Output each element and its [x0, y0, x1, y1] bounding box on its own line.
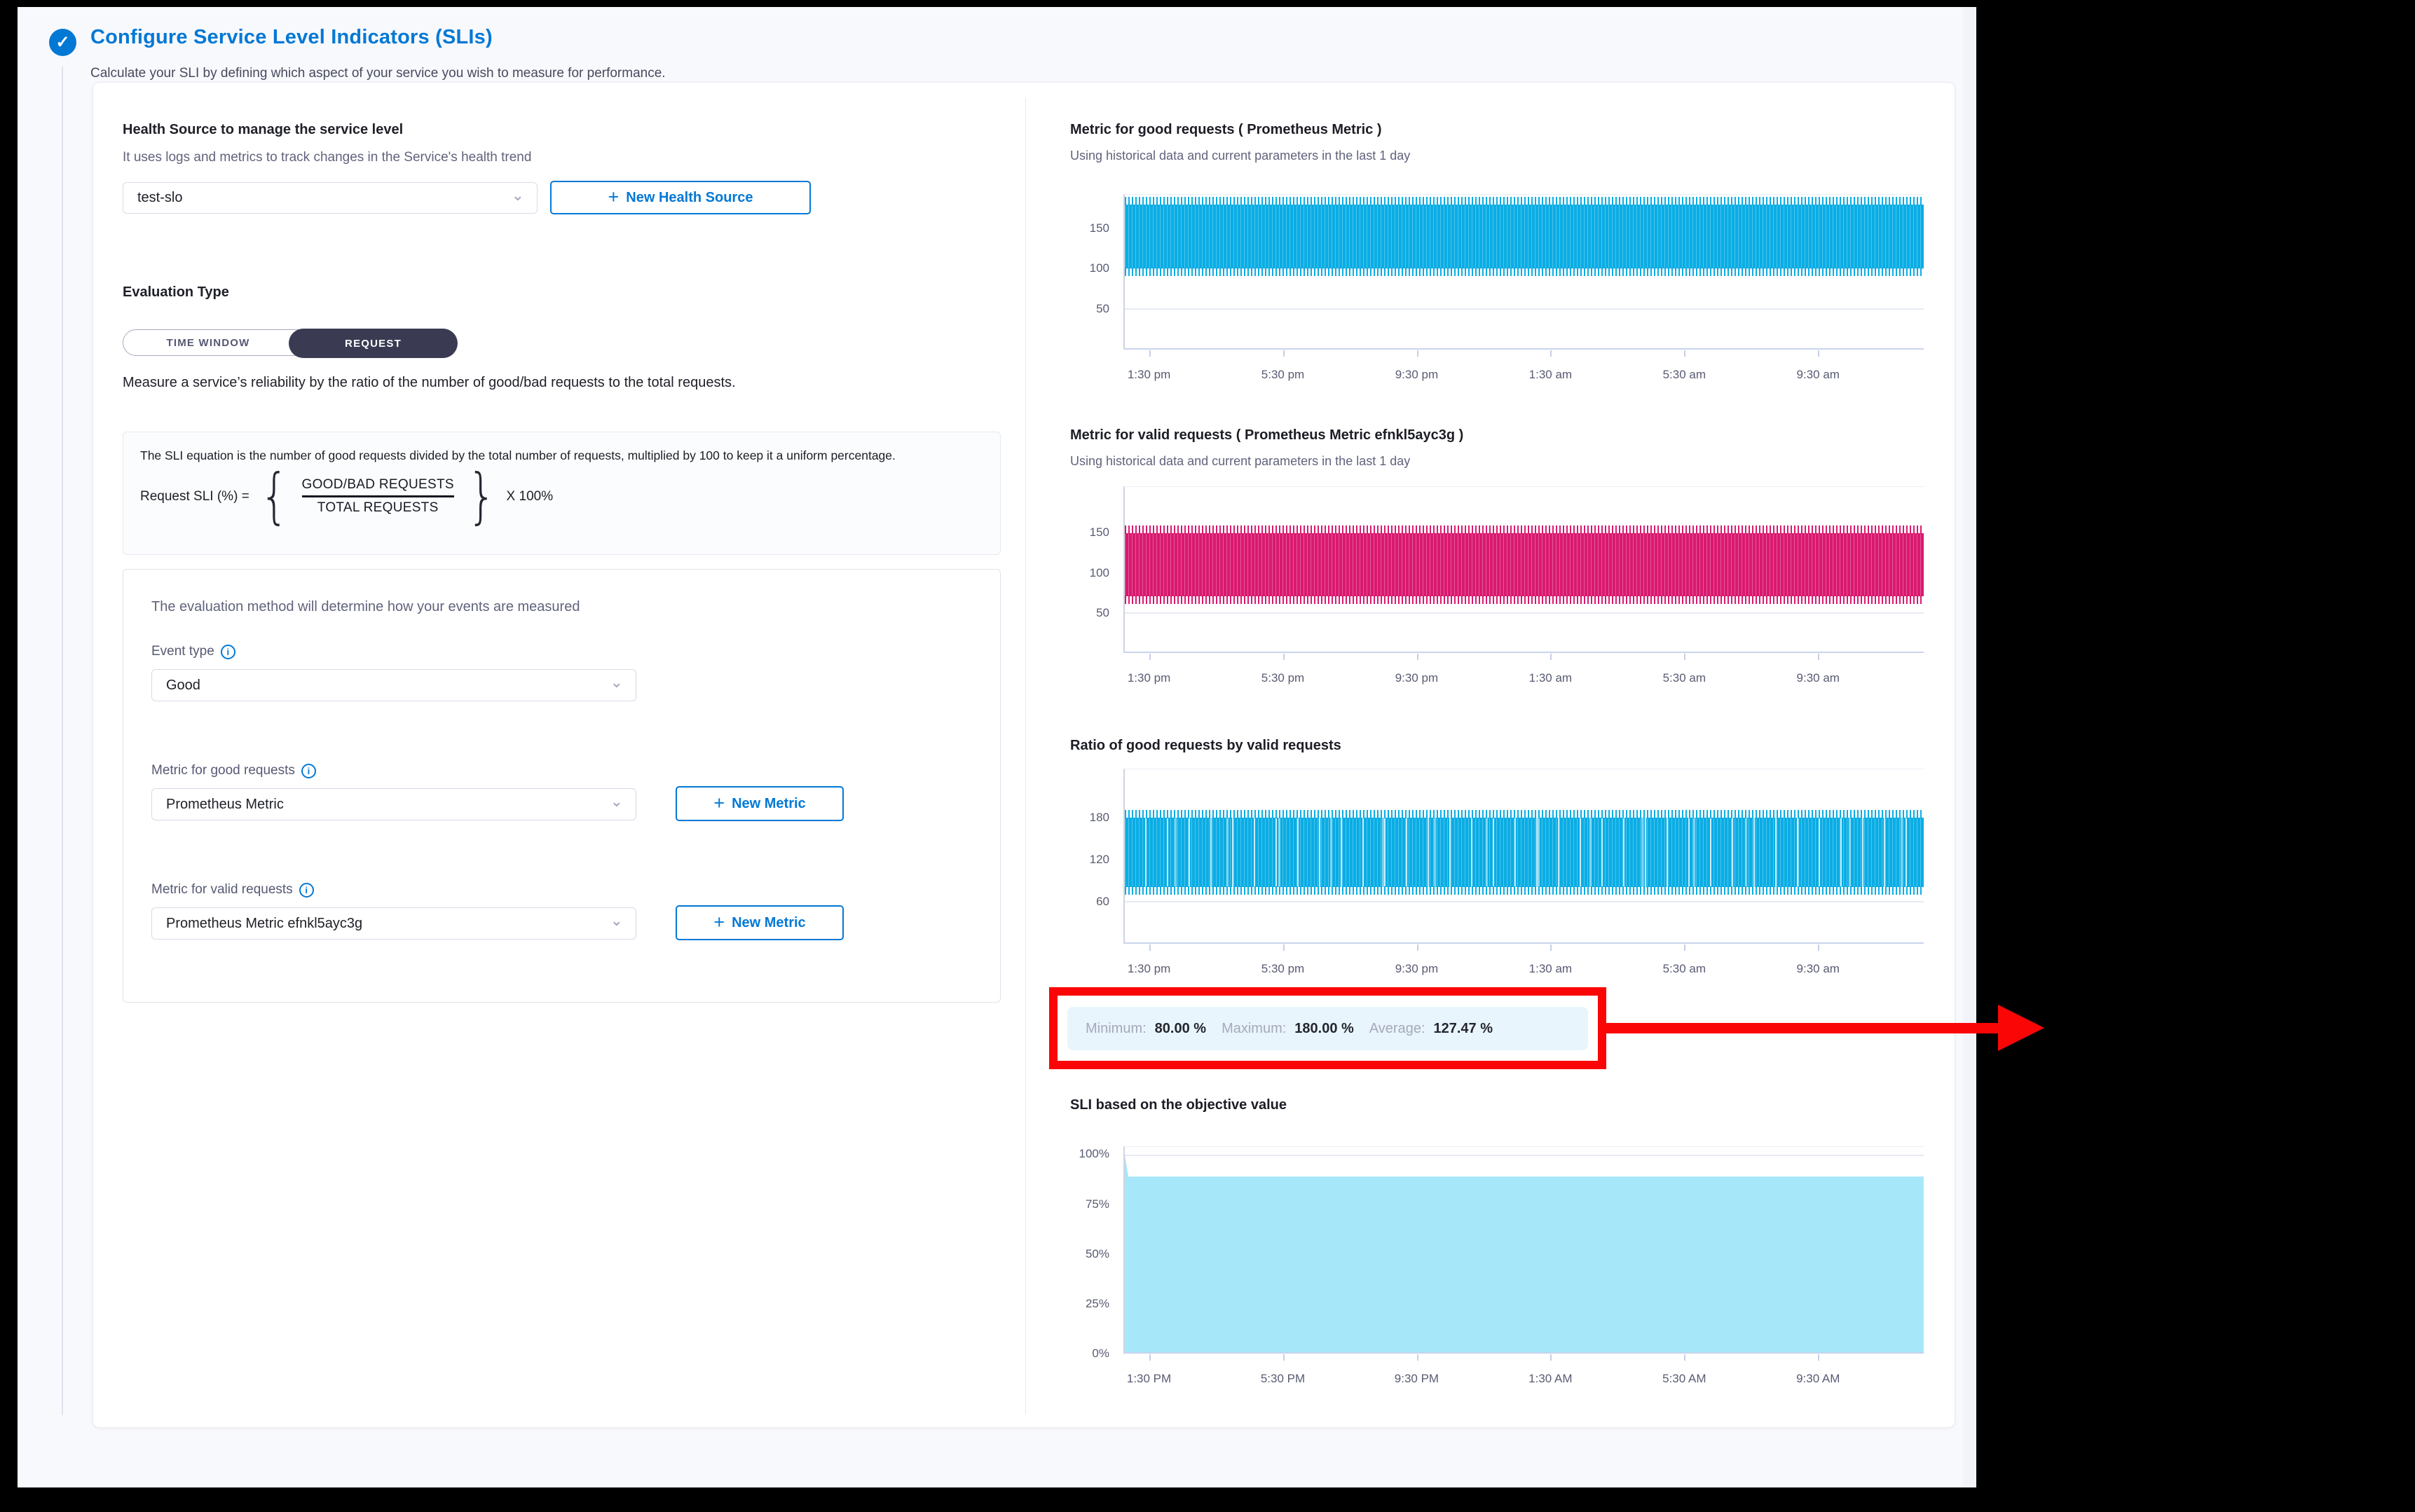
- chevron-down-icon: ⌄: [512, 188, 524, 203]
- request-description: Measure a service’s reliability by the r…: [123, 373, 964, 393]
- info-icon[interactable]: i: [301, 764, 316, 778]
- good-metric-label: Metric for good requests: [151, 763, 295, 778]
- fraction-line: [302, 495, 454, 497]
- numerator: GOOD/BAD REQUESTS: [302, 477, 454, 493]
- screenshot-canvas: ✓ Configure Service Level Indicators (SL…: [0, 0, 2415, 1512]
- event-type-label: Event type: [151, 644, 214, 659]
- plot-area: [1123, 194, 1924, 350]
- evaluation-method-box: The evaluation method will determine how…: [123, 569, 1001, 1003]
- stepper-line: [62, 67, 63, 1415]
- health-source-hint: It uses logs and metrics to track change…: [123, 150, 531, 165]
- right-brace: }: [467, 471, 496, 522]
- good-metric-select[interactable]: Prometheus Metric ⌄: [151, 788, 636, 820]
- equation-fraction: GOOD/BAD REQUESTS TOTAL REQUESTS: [299, 477, 457, 516]
- y-axis: 15010050: [1070, 194, 1116, 350]
- toggle-time-window[interactable]: TIME WINDOW: [123, 330, 293, 355]
- health-source-label: Health Source to manage the service leve…: [123, 122, 403, 138]
- chart-subtitle: Using historical data and current parame…: [1070, 454, 1410, 469]
- annotation-highlight-box: [1049, 987, 1606, 1069]
- left-brace: {: [260, 471, 289, 522]
- info-icon[interactable]: i: [221, 645, 235, 659]
- step-complete-check-icon: ✓: [49, 29, 76, 56]
- page-subtitle: Calculate your SLI by defining which asp…: [90, 66, 666, 81]
- chart-title: SLI based on the objective value: [1070, 1097, 1924, 1113]
- evaluation-type-toggle: TIME WINDOW REQUEST: [123, 329, 457, 356]
- column-divider: [1025, 98, 1026, 1414]
- numerator-highlight: GOOD/BAD: [302, 477, 376, 492]
- chevron-down-icon: ⌄: [610, 794, 623, 809]
- equation-rhs: X 100%: [507, 489, 554, 504]
- evaluation-type-label: Evaluation Type: [123, 284, 229, 301]
- page-title: Configure Service Level Indicators (SLIs…: [90, 26, 493, 49]
- new-health-source-label: New Health Source: [626, 190, 753, 206]
- x-axis: 1:30 pm5:30 pm9:30 pm1:30 am5:30 am9:30 …: [1123, 956, 1924, 976]
- new-health-source-button[interactable]: + New Health Source: [550, 181, 811, 214]
- sli-configuration-card: Health Source to manage the service leve…: [93, 82, 1955, 1428]
- numerator-rest: REQUESTS: [379, 477, 454, 492]
- chart-title: Metric for good requests ( Prometheus Me…: [1070, 122, 1924, 138]
- y-axis: 15010050: [1070, 486, 1116, 653]
- health-source-value: test-slo: [137, 190, 512, 206]
- equation-row: Request SLI (%) = { GOOD/BAD REQUESTS TO…: [140, 471, 983, 522]
- x-axis: 1:30 pm5:30 pm9:30 pm1:30 am5:30 am9:30 …: [1123, 666, 1924, 685]
- chart-valid-requests: Metric for valid requests ( Prometheus M…: [1070, 427, 1924, 729]
- valid-metric-value: Prometheus Metric efnkl5ayc3g: [166, 916, 610, 932]
- chart-subtitle: Using historical data and current parame…: [1070, 149, 1410, 163]
- chart-good-requests: Metric for good requests ( Prometheus Me…: [1070, 122, 1924, 416]
- new-metric-button-valid[interactable]: + New Metric: [676, 905, 844, 940]
- equation-lhs: Request SLI (%) =: [140, 489, 249, 504]
- toggle-request[interactable]: REQUEST: [289, 329, 458, 358]
- x-axis: 1:30 pm5:30 pm9:30 pm1:30 am5:30 am9:30 …: [1123, 362, 1924, 382]
- y-axis: 18012060: [1070, 769, 1116, 944]
- annotation-arrow-line: [1606, 1023, 1999, 1033]
- chevron-down-icon: ⌄: [610, 913, 623, 928]
- annotation-arrow-head: [1998, 1005, 2044, 1051]
- chart-sli-objective: SLI based on the objective value 100%75%…: [1070, 1097, 1924, 1406]
- health-source-select[interactable]: test-slo ⌄: [123, 182, 538, 214]
- valid-metric-label-row: Metric for valid requests i: [151, 882, 314, 898]
- new-metric-label: New Metric: [732, 796, 806, 812]
- chart-title: Metric for valid requests ( Prometheus M…: [1070, 427, 1924, 444]
- new-metric-label: New Metric: [732, 915, 806, 931]
- chart-title: Ratio of good requests by valid requests: [1070, 738, 1924, 754]
- chevron-down-icon: ⌄: [610, 675, 623, 690]
- denominator-rest: REQUESTS: [364, 500, 439, 515]
- good-metric-value: Prometheus Metric: [166, 797, 610, 813]
- denominator-highlight: TOTAL: [317, 500, 360, 515]
- plot-area: [1123, 769, 1924, 944]
- check-icon: ✓: [55, 32, 69, 53]
- sli-equation-box: The SLI equation is the number of good r…: [123, 432, 1001, 555]
- plot-area: [1123, 486, 1924, 653]
- denominator: TOTAL REQUESTS: [317, 500, 439, 516]
- plot-area: [1123, 1146, 1924, 1354]
- plus-icon: +: [713, 792, 725, 814]
- chart-ratio: Ratio of good requests by valid requests…: [1070, 738, 1924, 1018]
- valid-metric-select[interactable]: Prometheus Metric efnkl5ayc3g ⌄: [151, 907, 636, 940]
- plus-icon: +: [713, 912, 725, 933]
- x-axis: 1:30 PM5:30 PM9:30 PM1:30 AM5:30 AM9:30 …: [1123, 1366, 1924, 1386]
- scrollbar-track[interactable]: [1963, 7, 1976, 1487]
- app-window: ✓ Configure Service Level Indicators (SL…: [18, 7, 1976, 1487]
- y-axis: 100%75%50%25%0%: [1070, 1146, 1116, 1354]
- method-intro: The evaluation method will determine how…: [151, 599, 580, 615]
- good-metric-label-row: Metric for good requests i: [151, 763, 316, 778]
- plus-icon: +: [608, 186, 620, 208]
- info-icon[interactable]: i: [299, 883, 314, 898]
- new-metric-button-good[interactable]: + New Metric: [676, 786, 844, 821]
- valid-metric-label: Metric for valid requests: [151, 882, 293, 898]
- event-type-select[interactable]: Good ⌄: [151, 669, 636, 701]
- event-type-label-row: Event type i: [151, 644, 235, 659]
- event-type-value: Good: [166, 678, 610, 694]
